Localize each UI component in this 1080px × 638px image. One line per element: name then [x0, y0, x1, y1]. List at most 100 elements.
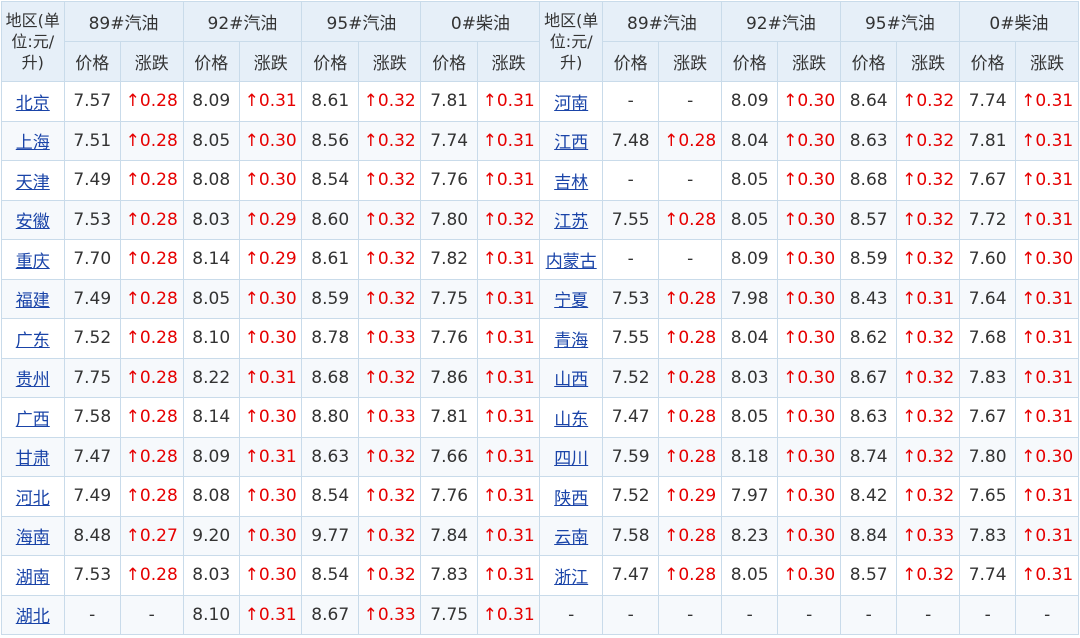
- price-cell: 7.49: [63, 160, 121, 201]
- province-cell: 四川: [539, 436, 603, 477]
- province-link[interactable]: 内蒙古: [546, 252, 597, 272]
- change-cell: ↑0.28: [658, 555, 722, 596]
- change-cell: ↑0.31: [476, 397, 541, 438]
- price-cell: 7.74: [958, 81, 1017, 122]
- province-link[interactable]: 吉林: [554, 173, 588, 193]
- change-cell: ↑0.32: [896, 199, 960, 240]
- price-cell: -: [839, 594, 898, 635]
- province-link[interactable]: 云南: [554, 528, 588, 548]
- change-cell: ↑0.32: [476, 199, 541, 240]
- price-cell: 7.81: [958, 120, 1017, 161]
- province-cell: 云南: [539, 515, 603, 556]
- province-link[interactable]: 河南: [554, 94, 588, 114]
- change-cell: ↑0.31: [1015, 318, 1079, 359]
- price-cell: -: [601, 239, 660, 280]
- province-cell: 山西: [539, 357, 603, 398]
- change-cell: ↑0.32: [357, 515, 422, 556]
- change-cell: ↑0.31: [476, 515, 541, 556]
- province-link[interactable]: 湖北: [16, 607, 50, 627]
- region-header: 地区(单位:元/升): [539, 1, 603, 82]
- province-link[interactable]: 贵州: [16, 370, 50, 390]
- change-cell: ↑0.31: [1015, 397, 1079, 438]
- change-cell: ↑0.27: [119, 515, 184, 556]
- price-cell: 8.84: [839, 515, 898, 556]
- price-cell: 7.83: [958, 515, 1017, 556]
- change-cell: ↑0.30: [777, 160, 841, 201]
- province-cell: 天津: [1, 160, 65, 201]
- province-link[interactable]: 广西: [16, 410, 50, 430]
- change-cell: ↑0.30: [777, 555, 841, 596]
- price-header: 价格: [182, 41, 240, 82]
- price-cell: 7.47: [63, 436, 121, 477]
- price-cell: 8.05: [720, 555, 779, 596]
- change-cell: ↑0.28: [119, 81, 184, 122]
- province-cell: 北京: [1, 81, 65, 122]
- change-cell: ↑0.30: [777, 318, 841, 359]
- province-link[interactable]: 福建: [16, 291, 50, 311]
- price-cell: 8.10: [182, 318, 240, 359]
- change-cell: ↑0.28: [119, 160, 184, 201]
- price-cell: 8.61: [301, 239, 359, 280]
- change-cell: ↑0.32: [896, 120, 960, 161]
- change-cell: ↑0.28: [658, 278, 722, 319]
- price-cell: 8.63: [839, 397, 898, 438]
- price-cell: 8.60: [301, 199, 359, 240]
- province-link[interactable]: 山西: [554, 370, 588, 390]
- price-cell: 7.53: [601, 278, 660, 319]
- change-cell: ↑0.30: [777, 81, 841, 122]
- change-cell: ↑0.32: [357, 199, 422, 240]
- change-cell: ↑0.33: [357, 594, 422, 635]
- fuel-header-0: 0#柴油: [420, 1, 541, 42]
- change-cell: ↑0.31: [1015, 120, 1079, 161]
- change-cell: ↑0.30: [777, 397, 841, 438]
- province-link[interactable]: 江西: [554, 133, 588, 153]
- province-cell: 湖北: [1, 594, 65, 635]
- province-link[interactable]: 河北: [16, 489, 50, 509]
- province-link[interactable]: 青海: [554, 331, 588, 351]
- province-link[interactable]: 北京: [16, 94, 50, 114]
- price-cell: 7.83: [958, 357, 1017, 398]
- province-link[interactable]: 江苏: [554, 212, 588, 232]
- price-header: 价格: [601, 41, 660, 82]
- province-link[interactable]: 安徽: [16, 212, 50, 232]
- province-link[interactable]: 甘肃: [16, 449, 50, 469]
- province-link[interactable]: 湖南: [16, 568, 50, 588]
- province-link[interactable]: 海南: [16, 528, 50, 548]
- change-cell: ↑0.31: [1015, 555, 1079, 596]
- province-link[interactable]: 浙江: [554, 568, 588, 588]
- province-link[interactable]: 山东: [554, 410, 588, 430]
- change-header: 涨跌: [658, 41, 722, 82]
- province-link[interactable]: 天津: [16, 173, 50, 193]
- province-cell: 青海: [539, 318, 603, 359]
- province-cell: 河北: [1, 476, 65, 517]
- change-cell: ↑0.31: [476, 278, 541, 319]
- price-cell: 8.05: [720, 160, 779, 201]
- province-link[interactable]: 宁夏: [554, 291, 588, 311]
- price-cell: 7.65: [958, 476, 1017, 517]
- province-link[interactable]: 广东: [16, 331, 50, 351]
- price-cell: 7.76: [420, 318, 478, 359]
- price-header: 价格: [420, 41, 478, 82]
- province-cell: 内蒙古: [539, 239, 603, 280]
- price-cell: 8.54: [301, 555, 359, 596]
- province-cell: 山东: [539, 397, 603, 438]
- price-cell: 7.53: [63, 555, 121, 596]
- change-cell: ↑0.32: [357, 81, 422, 122]
- change-cell: ↑0.31: [476, 160, 541, 201]
- price-cell: -: [601, 594, 660, 635]
- price-cell: 8.04: [720, 318, 779, 359]
- price-cell: 7.58: [63, 397, 121, 438]
- province-link[interactable]: 上海: [16, 133, 50, 153]
- price-cell: 8.14: [182, 397, 240, 438]
- fuel-header-95: 95#汽油: [301, 1, 422, 42]
- change-cell: ↑0.30: [777, 199, 841, 240]
- province-link[interactable]: 重庆: [16, 252, 50, 272]
- price-cell: 8.61: [301, 81, 359, 122]
- province-link[interactable]: 四川: [554, 449, 588, 469]
- change-cell: ↑0.32: [357, 476, 422, 517]
- change-cell: ↑0.31: [1015, 357, 1079, 398]
- price-cell: 8.09: [720, 239, 779, 280]
- price-cell: 7.58: [601, 515, 660, 556]
- fuel-header-89: 89#汽油: [601, 1, 722, 42]
- province-link[interactable]: 陕西: [554, 489, 588, 509]
